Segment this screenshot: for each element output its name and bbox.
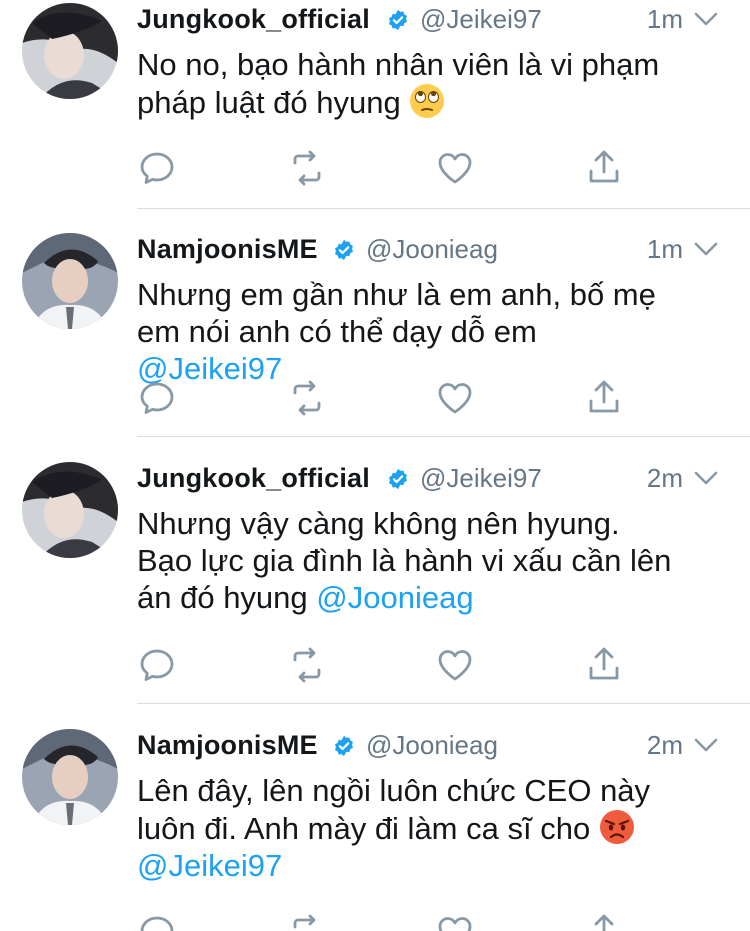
tweet-actions (137, 148, 727, 188)
tweet[interactable]: Jungkook_official @Jeikei97 2m Nhưng vậy… (0, 459, 750, 701)
tweet-actions (137, 645, 727, 685)
verified-badge-icon (389, 9, 407, 31)
chevron-down-icon[interactable] (693, 736, 719, 754)
tweet-text-line: Lên đây, lên ngồi luôn chức CEO này (137, 773, 651, 808)
tweet-text: No no, bạo hành nhân viên là vi phạm phá… (137, 46, 727, 121)
pouting-face-icon (599, 810, 634, 844)
share-button[interactable] (584, 148, 624, 188)
like-button[interactable] (435, 912, 475, 931)
chevron-down-icon[interactable] (693, 240, 719, 258)
retweet-icon (293, 380, 321, 416)
reply-button[interactable] (137, 378, 177, 418)
chevron-down-icon[interactable] (693, 10, 719, 28)
share-button[interactable] (584, 645, 624, 685)
heart-icon (438, 153, 472, 184)
retweet-button[interactable] (287, 378, 327, 418)
avatar-jungkook-icon (22, 3, 118, 99)
heart-icon (438, 917, 472, 931)
retweet-icon (293, 647, 321, 683)
tweet-text-line: Nhưng vậy càng không nên hyung. (137, 506, 620, 541)
avatar[interactable] (22, 3, 118, 99)
retweet-button[interactable] (287, 148, 327, 188)
avatar[interactable] (22, 233, 118, 329)
retweet-button[interactable] (287, 912, 327, 931)
avatar-namjoon-icon (22, 233, 118, 329)
reply-button[interactable] (137, 148, 177, 188)
display-name[interactable]: Jungkook_official (137, 463, 370, 494)
tweet-text-line: án đó hyung (137, 580, 317, 615)
avatar-jungkook-icon (22, 462, 118, 558)
like-button[interactable] (435, 378, 475, 418)
handle[interactable]: @Joonieag (366, 234, 498, 265)
handle[interactable]: @Jeikei97 (420, 4, 542, 35)
handle[interactable]: @Jeikei97 (420, 463, 542, 494)
tweet-text-line: luôn đi. Anh mày đi làm ca sĩ cho (137, 811, 591, 846)
divider (137, 436, 750, 437)
divider (137, 703, 750, 704)
retweet-icon (293, 150, 321, 186)
heart-icon (438, 383, 472, 414)
tweet-text-line: No no, bạo hành nhân viên là vi phạm (137, 47, 660, 82)
share-icon (589, 150, 619, 183)
reply-button[interactable] (137, 912, 177, 931)
tweet[interactable]: NamjoonisME @Joonieag 2m Lên đây, lên ng… (0, 726, 750, 931)
reply-icon (140, 152, 174, 184)
verified-badge-icon (335, 735, 353, 757)
share-icon (589, 380, 619, 413)
divider (137, 208, 750, 209)
mention-link[interactable]: @Joonieag (316, 580, 473, 615)
reply-button[interactable] (137, 645, 177, 685)
tweet-actions (137, 378, 727, 418)
display-name[interactable]: NamjoonisME (137, 730, 318, 761)
like-button[interactable] (435, 645, 475, 685)
tweet-text: Lên đây, lên ngồi luôn chức CEO này luôn… (137, 772, 727, 884)
tweet-text-line: pháp luật đó hyung (137, 85, 401, 120)
tweet-text-line: em nói anh có thể dạy dỗ em (137, 314, 537, 349)
timestamp[interactable]: 2m (647, 463, 683, 494)
share-button[interactable] (584, 378, 624, 418)
timestamp[interactable]: 1m (647, 4, 683, 35)
mention-link[interactable]: @Jeikei97 (137, 848, 282, 883)
tweet[interactable]: NamjoonisME @Joonieag 1m Nhưng em gần nh… (0, 230, 750, 436)
like-button[interactable] (435, 148, 475, 188)
avatar-namjoon-icon (22, 729, 118, 825)
retweet-icon (293, 914, 316, 929)
tweet-text: Nhưng vậy càng không nên hyung. Bạo lực … (137, 505, 727, 616)
tweet[interactable]: Jungkook_official @Jeikei97 1m No no, bạ… (0, 0, 750, 208)
share-icon (589, 647, 619, 680)
tweet-text-line: Bạo lực gia đình là hành vi xấu cần lên (137, 543, 672, 578)
reply-icon (140, 649, 174, 681)
display-name[interactable]: Jungkook_official (137, 4, 370, 35)
share-button[interactable] (584, 912, 624, 931)
share-icon (594, 914, 614, 931)
heart-icon (438, 650, 472, 681)
tweet-text-line: Nhưng em gần như là em anh, bố mẹ (137, 277, 656, 312)
handle[interactable]: @Joonieag (366, 730, 498, 761)
chevron-down-icon[interactable] (693, 469, 719, 487)
retweet-button[interactable] (287, 645, 327, 685)
tweet-actions (137, 912, 727, 931)
timestamp[interactable]: 2m (647, 730, 683, 761)
avatar[interactable] (22, 729, 118, 825)
face-with-rolling-eyes-icon (410, 84, 445, 118)
reply-icon (140, 382, 174, 414)
verified-badge-icon (335, 239, 353, 261)
display-name[interactable]: NamjoonisME (137, 234, 318, 265)
timestamp[interactable]: 1m (647, 234, 683, 265)
avatar[interactable] (22, 462, 118, 558)
reply-icon (140, 916, 174, 931)
tweet-text: Nhưng em gần như là em anh, bố mẹ em nói… (137, 276, 727, 387)
verified-badge-icon (389, 468, 407, 490)
